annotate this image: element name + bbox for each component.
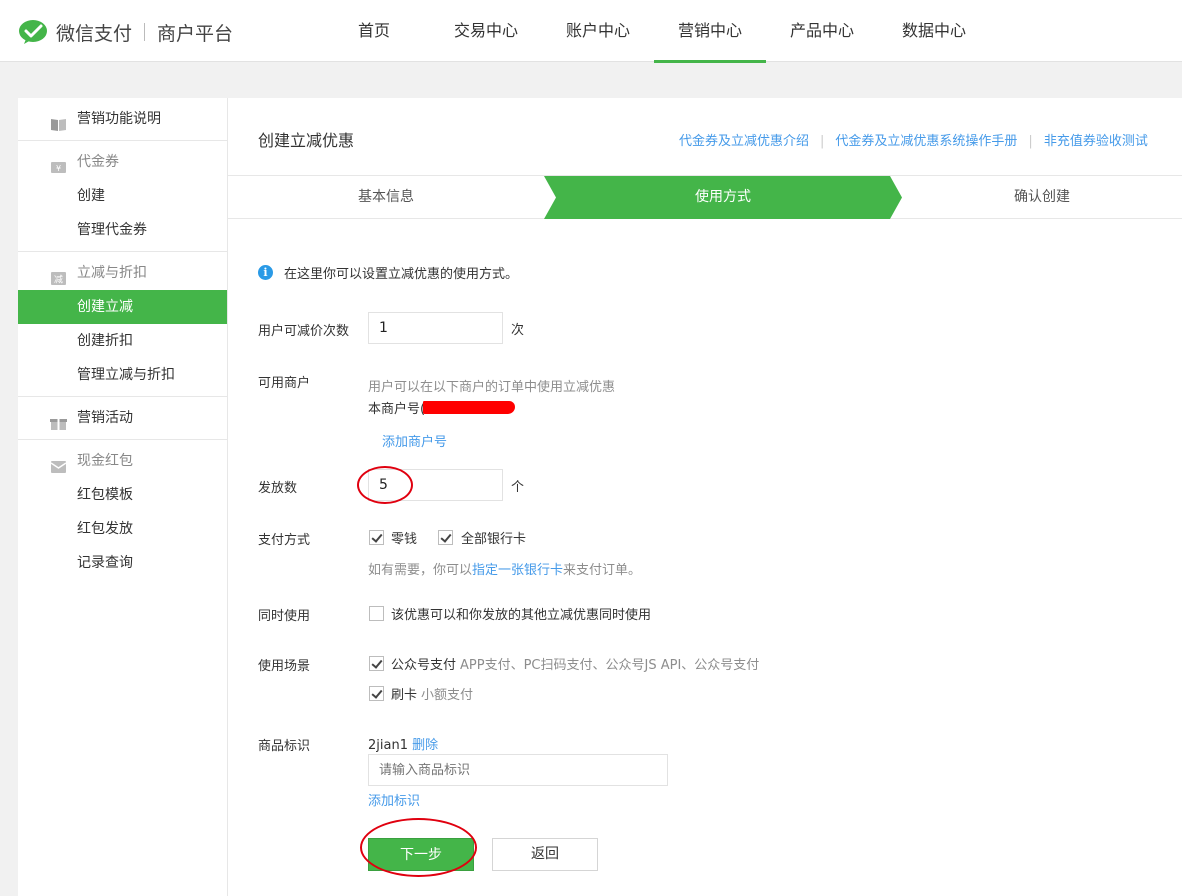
concurrent-label: 同时使用 (258, 609, 311, 624)
sidebar-group-discount: 减 立减与折扣 创建立减 创建折扣 管理立减与折扣 (18, 252, 227, 397)
wechat-pay-logo[interactable]: 微信支付 商户平台 (18, 17, 233, 47)
top-header: 微信支付 商户平台 首页 交易中心 账户中心 营销中心 产品中心 数据中心 (0, 0, 1182, 63)
discount-icon: 减 (50, 265, 67, 286)
highlight-circle-next (360, 818, 477, 877)
sidebar-heading-voucher: ¥ 代金券 (18, 145, 227, 179)
sidebar-item-redpack-send[interactable]: 红包发放 (18, 512, 227, 546)
highlight-circle-count (357, 466, 413, 504)
page-title: 创建立减优惠 (258, 131, 355, 150)
limit-unit: 次 (511, 323, 525, 338)
checkbox-card-swipe-label[interactable]: 刷卡 小额支付 (391, 684, 473, 703)
count-unit: 个 (511, 480, 525, 495)
nav-transactions[interactable]: 交易中心 (430, 0, 542, 62)
brand-sub: 商户平台 (157, 22, 234, 45)
sidebar-item-redpack-template[interactable]: 红包模板 (18, 478, 227, 512)
sidebar-group-intro: 营销功能说明 (18, 98, 227, 141)
link-divider: | (820, 134, 825, 149)
nav-products[interactable]: 产品中心 (766, 0, 878, 62)
nav-data[interactable]: 数据中心 (878, 0, 990, 62)
gift-icon (50, 410, 67, 430)
pay-method-label: 支付方式 (258, 533, 311, 548)
sidebar-item-marketing-activity[interactable]: 营销活动 (18, 401, 227, 435)
sidebar-heading-redpack: 现金红包 (18, 444, 227, 478)
checkbox-all-cards[interactable] (438, 530, 453, 545)
help-link-test[interactable]: 非充值券验收测试 (1044, 134, 1148, 149)
main-nav: 首页 交易中心 账户中心 营销中心 产品中心 数据中心 (318, 0, 990, 63)
checkbox-concurrent-label[interactable]: 该优惠可以和你发放的其他立减优惠同时使用 (391, 604, 651, 623)
link-divider: | (1028, 134, 1033, 149)
sidebar-item-marketing-intro[interactable]: 营销功能说明 (18, 102, 227, 136)
sidebar-heading-discount: 减 立减与折扣 (18, 256, 227, 290)
count-label: 发放数 (258, 481, 298, 496)
redaction-mark (423, 401, 515, 414)
svg-text:减: 减 (54, 274, 63, 286)
pay-hint: 如有需要，你可以指定一张银行卡来支付订单。 (368, 563, 642, 578)
brand-divider (144, 23, 146, 41)
sidebar-item-create-reduction[interactable]: 创建立减 (18, 290, 227, 324)
checkbox-official-account-label[interactable]: 公众号支付 APP支付、PC扫码支付、公众号JS API、公众号支付 (391, 654, 759, 673)
nav-account[interactable]: 账户中心 (542, 0, 654, 62)
sidebar-item-manage-voucher[interactable]: 管理代金券 (18, 213, 227, 247)
add-merchant-link[interactable]: 添加商户号 (382, 431, 447, 450)
sidebar-group-voucher: ¥ 代金券 创建 管理代金券 (18, 141, 227, 252)
checkbox-balance[interactable] (369, 530, 384, 545)
scene-label: 使用场景 (258, 659, 311, 674)
help-links: 代金券及立减优惠介绍 | 代金券及立减优惠系统操作手册 | 非充值券验收测试 (679, 130, 1148, 149)
wechat-logo-icon (18, 19, 50, 45)
merchant-label: 可用商户 (258, 376, 311, 391)
goods-label: 商品标识 (258, 739, 311, 754)
checkbox-official-account[interactable] (369, 656, 384, 671)
merchant-value: 本商户号( (368, 402, 426, 417)
book-icon (50, 111, 67, 131)
sidebar: 营销功能说明 ¥ 代金券 创建 管理代金券 减 立减与折扣 创建立减 创建折扣 … (18, 98, 228, 896)
title-row: 创建立减优惠 代金券及立减优惠介绍 | 代金券及立减优惠系统操作手册 | 非充值券验收测… (228, 98, 1182, 176)
step-progress: 基本信息 使用方式 确认创建 (228, 176, 1182, 219)
limit-label: 用户可减价次数 (258, 324, 350, 339)
sidebar-group-activity: 营销活动 (18, 397, 227, 440)
merchant-hint: 用户可以在以下商户的订单中使用立减优惠 (368, 380, 616, 395)
coupon-icon: ¥ (50, 154, 67, 173)
checkbox-concurrent[interactable] (369, 606, 384, 621)
sidebar-group-redpack: 现金红包 红包模板 红包发放 记录查询 (18, 440, 227, 584)
goods-input[interactable] (368, 754, 668, 786)
nav-marketing[interactable]: 营销中心 (654, 0, 766, 63)
sidebar-item-manage-discount[interactable]: 管理立减与折扣 (18, 358, 227, 392)
checkbox-card-swipe[interactable] (369, 686, 384, 701)
brand-name: 微信支付 (56, 22, 133, 45)
add-goods-link[interactable]: 添加标识 (368, 790, 420, 809)
svg-text:¥: ¥ (56, 164, 61, 173)
step-confirm: 确认创建 (1014, 189, 1070, 205)
back-button[interactable]: 返回 (492, 838, 598, 871)
goods-delete-link[interactable]: 删除 (412, 738, 438, 753)
step-usage: 使用方式 (695, 189, 751, 205)
goods-tag-row: 2jian1 删除 (368, 734, 438, 753)
specify-card-link[interactable]: 指定一张银行卡 (472, 563, 563, 578)
sidebar-item-create-voucher[interactable]: 创建 (18, 179, 227, 213)
goods-tag: 2jian1 (368, 738, 408, 753)
checkbox-all-cards-label[interactable]: 全部银行卡 (461, 528, 526, 547)
main-panel: 创建立减优惠 代金券及立减优惠介绍 | 代金券及立减优惠系统操作手册 | 非充值券验收测… (228, 98, 1182, 896)
sidebar-item-create-discount[interactable]: 创建折扣 (18, 324, 227, 358)
step-basic-info: 基本信息 (358, 189, 414, 205)
redpack-icon (50, 453, 67, 473)
help-link-intro[interactable]: 代金券及立减优惠介绍 (679, 134, 809, 149)
sidebar-item-record-query[interactable]: 记录查询 (18, 546, 227, 580)
info-message: i 在这里你可以设置立减优惠的使用方式。 (258, 263, 518, 282)
nav-home[interactable]: 首页 (318, 0, 430, 62)
help-link-manual[interactable]: 代金券及立减优惠系统操作手册 (835, 134, 1017, 149)
info-icon: i (258, 265, 273, 280)
limit-input[interactable]: 1 (368, 312, 503, 344)
checkbox-balance-label[interactable]: 零钱 (391, 528, 417, 547)
